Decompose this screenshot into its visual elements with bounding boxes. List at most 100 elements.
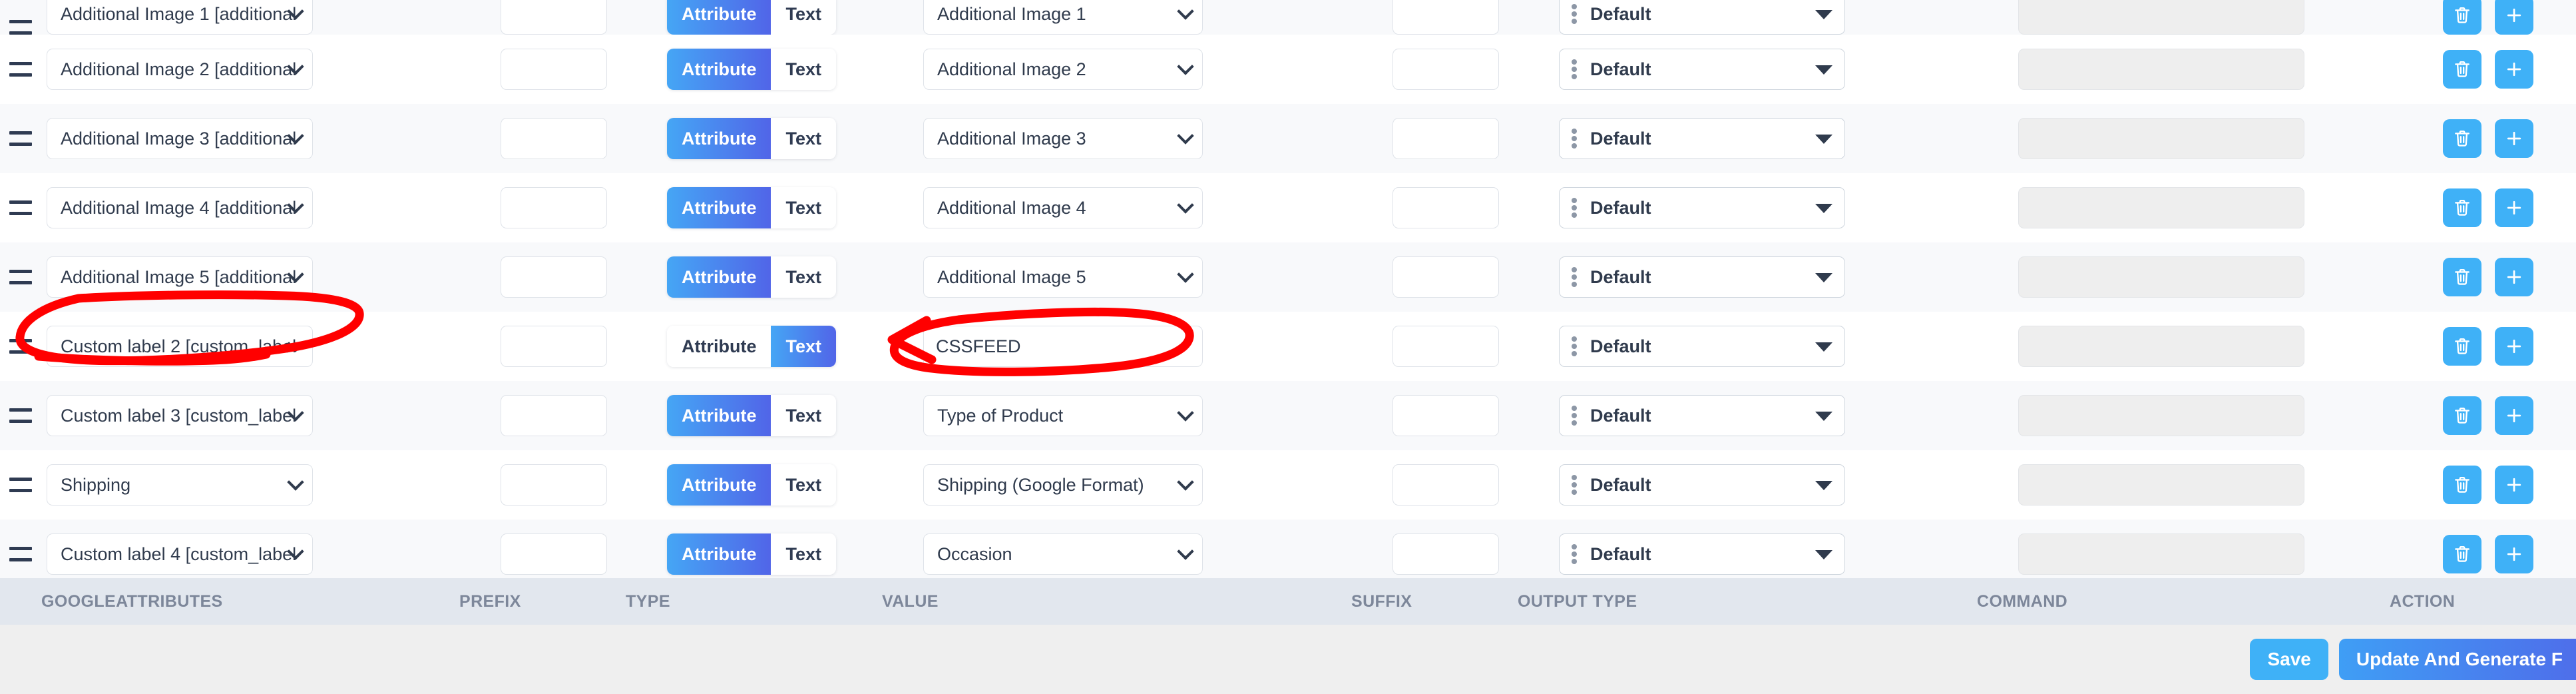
drag-handle-icon[interactable] [9, 131, 32, 146]
drag-handle-icon[interactable] [9, 200, 32, 215]
googleattribute-select[interactable]: Additional Image 3 [additional [47, 118, 313, 159]
update-and-generate-button[interactable]: Update And Generate F [2338, 639, 2576, 680]
add-row-button[interactable] [2495, 50, 2533, 89]
type-toggle[interactable]: Attribute Text [667, 49, 836, 90]
drag-handle-icon[interactable] [9, 62, 32, 77]
output-type-select[interactable]: Default [1559, 0, 1845, 35]
output-type-select[interactable]: Default [1559, 326, 1845, 367]
output-type-select[interactable]: Default [1559, 187, 1845, 228]
suffix-input[interactable] [1393, 395, 1499, 436]
type-toggle-text[interactable]: Text [771, 0, 836, 35]
type-toggle[interactable]: Attribute Text [667, 0, 836, 35]
type-toggle-text[interactable]: Text [771, 187, 836, 228]
prefix-input[interactable] [501, 256, 607, 298]
delete-row-button[interactable] [2443, 466, 2481, 504]
value-select[interactable]: Additional Image 4 [923, 187, 1203, 228]
type-toggle-attribute[interactable]: Attribute [667, 0, 771, 35]
type-toggle[interactable]: Attribute Text [667, 118, 836, 159]
type-toggle-text[interactable]: Text [771, 395, 836, 436]
delete-row-button[interactable] [2443, 0, 2481, 35]
command-input[interactable] [2018, 49, 2304, 90]
type-toggle-attribute[interactable]: Attribute [667, 118, 771, 159]
add-row-button[interactable] [2495, 119, 2533, 158]
type-toggle[interactable]: Attribute Text [667, 395, 836, 436]
add-row-button[interactable] [2495, 188, 2533, 227]
command-input[interactable] [2018, 326, 2304, 367]
value-select[interactable]: Additional Image 1 [923, 0, 1203, 35]
add-row-button[interactable] [2495, 535, 2533, 573]
value-input[interactable]: CSSFEED [923, 326, 1203, 367]
add-row-button[interactable] [2495, 258, 2533, 296]
googleattribute-select[interactable]: Shipping [47, 464, 313, 506]
drag-handle-icon[interactable] [9, 408, 32, 423]
prefix-input[interactable] [501, 0, 607, 35]
prefix-input[interactable] [501, 326, 607, 367]
suffix-input[interactable] [1393, 118, 1499, 159]
type-toggle-text[interactable]: Text [771, 533, 836, 575]
delete-row-button[interactable] [2443, 119, 2481, 158]
prefix-input[interactable] [501, 49, 607, 90]
suffix-input[interactable] [1393, 0, 1499, 35]
value-select[interactable]: Type of Product [923, 395, 1203, 436]
suffix-input[interactable] [1393, 256, 1499, 298]
type-toggle-text[interactable]: Text [771, 49, 836, 90]
command-input[interactable] [2018, 187, 2304, 228]
type-toggle[interactable]: Attribute Text [667, 187, 836, 228]
type-toggle-text[interactable]: Text [771, 256, 836, 298]
command-input[interactable] [2018, 395, 2304, 436]
type-toggle-attribute[interactable]: Attribute [667, 464, 771, 506]
command-input[interactable] [2018, 118, 2304, 159]
prefix-input[interactable] [501, 464, 607, 506]
googleattribute-select[interactable]: Additional Image 5 [additional [47, 256, 313, 298]
prefix-input[interactable] [501, 187, 607, 228]
googleattribute-select[interactable]: Additional Image 4 [additional [47, 187, 313, 228]
delete-row-button[interactable] [2443, 50, 2481, 89]
value-select[interactable]: Shipping (Google Format) [923, 464, 1203, 506]
add-row-button[interactable] [2495, 327, 2533, 366]
save-button[interactable]: Save [2250, 639, 2328, 680]
output-type-select[interactable]: Default [1559, 533, 1845, 575]
type-toggle-attribute[interactable]: Attribute [667, 326, 771, 367]
type-toggle-text[interactable]: Text [771, 118, 836, 159]
prefix-input[interactable] [501, 533, 607, 575]
type-toggle[interactable]: Attribute Text [667, 326, 836, 367]
add-row-button[interactable] [2495, 466, 2533, 504]
output-type-select[interactable]: Default [1559, 395, 1845, 436]
type-toggle-text[interactable]: Text [771, 464, 836, 506]
suffix-input[interactable] [1393, 187, 1499, 228]
suffix-input[interactable] [1393, 464, 1499, 506]
value-select[interactable]: Additional Image 3 [923, 118, 1203, 159]
type-toggle-attribute[interactable]: Attribute [667, 395, 771, 436]
googleattribute-select[interactable]: Custom label 3 [custom_label [47, 395, 313, 436]
suffix-input[interactable] [1393, 326, 1499, 367]
type-toggle[interactable]: Attribute Text [667, 256, 836, 298]
type-toggle-attribute[interactable]: Attribute [667, 187, 771, 228]
command-input[interactable] [2018, 533, 2304, 575]
suffix-input[interactable] [1393, 533, 1499, 575]
prefix-input[interactable] [501, 118, 607, 159]
command-input[interactable] [2018, 256, 2304, 298]
googleattribute-select[interactable]: Custom label 2 [custom_label [47, 326, 313, 367]
output-type-select[interactable]: Default [1559, 256, 1845, 298]
drag-handle-icon[interactable] [9, 20, 32, 35]
suffix-input[interactable] [1393, 49, 1499, 90]
add-row-button[interactable] [2495, 0, 2533, 35]
value-select[interactable]: Additional Image 5 [923, 256, 1203, 298]
delete-row-button[interactable] [2443, 396, 2481, 435]
output-type-select[interactable]: Default [1559, 464, 1845, 506]
type-toggle[interactable]: Attribute Text [667, 533, 836, 575]
googleattribute-select[interactable]: Additional Image 2 [additional [47, 49, 313, 90]
value-select[interactable]: Additional Image 2 [923, 49, 1203, 90]
type-toggle-attribute[interactable]: Attribute [667, 49, 771, 90]
googleattribute-select[interactable]: Additional Image 1 [additional [47, 0, 313, 35]
drag-handle-icon[interactable] [9, 339, 32, 354]
delete-row-button[interactable] [2443, 327, 2481, 366]
command-input[interactable] [2018, 464, 2304, 506]
delete-row-button[interactable] [2443, 258, 2481, 296]
type-toggle-attribute[interactable]: Attribute [667, 256, 771, 298]
type-toggle[interactable]: Attribute Text [667, 464, 836, 506]
delete-row-button[interactable] [2443, 535, 2481, 573]
drag-handle-icon[interactable] [9, 478, 32, 492]
output-type-select[interactable]: Default [1559, 49, 1845, 90]
output-type-select[interactable]: Default [1559, 118, 1845, 159]
